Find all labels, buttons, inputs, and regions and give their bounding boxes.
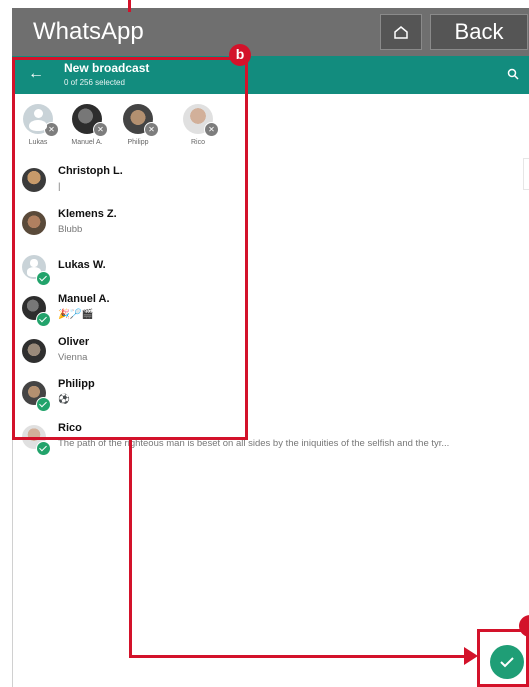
search-icon[interactable] [507, 67, 519, 85]
callout-line [129, 440, 132, 658]
callout-line [128, 0, 131, 12]
callout-box [12, 57, 248, 440]
back-button[interactable]: Back [430, 14, 528, 50]
home-icon [394, 26, 408, 39]
callout-line [129, 655, 469, 658]
screen: WhatsApp Back ← New broadcast 0 of 256 s… [0, 0, 529, 687]
home-button[interactable] [380, 14, 422, 50]
background-panel [523, 158, 529, 190]
app-bar: WhatsApp Back [12, 8, 529, 56]
app-title: WhatsApp [33, 18, 144, 45]
check-icon [500, 657, 514, 668]
confirm-button[interactable] [490, 645, 524, 679]
callout-badge: b [229, 44, 251, 66]
selected-check-icon [36, 441, 51, 456]
arrowhead-icon [464, 647, 478, 665]
